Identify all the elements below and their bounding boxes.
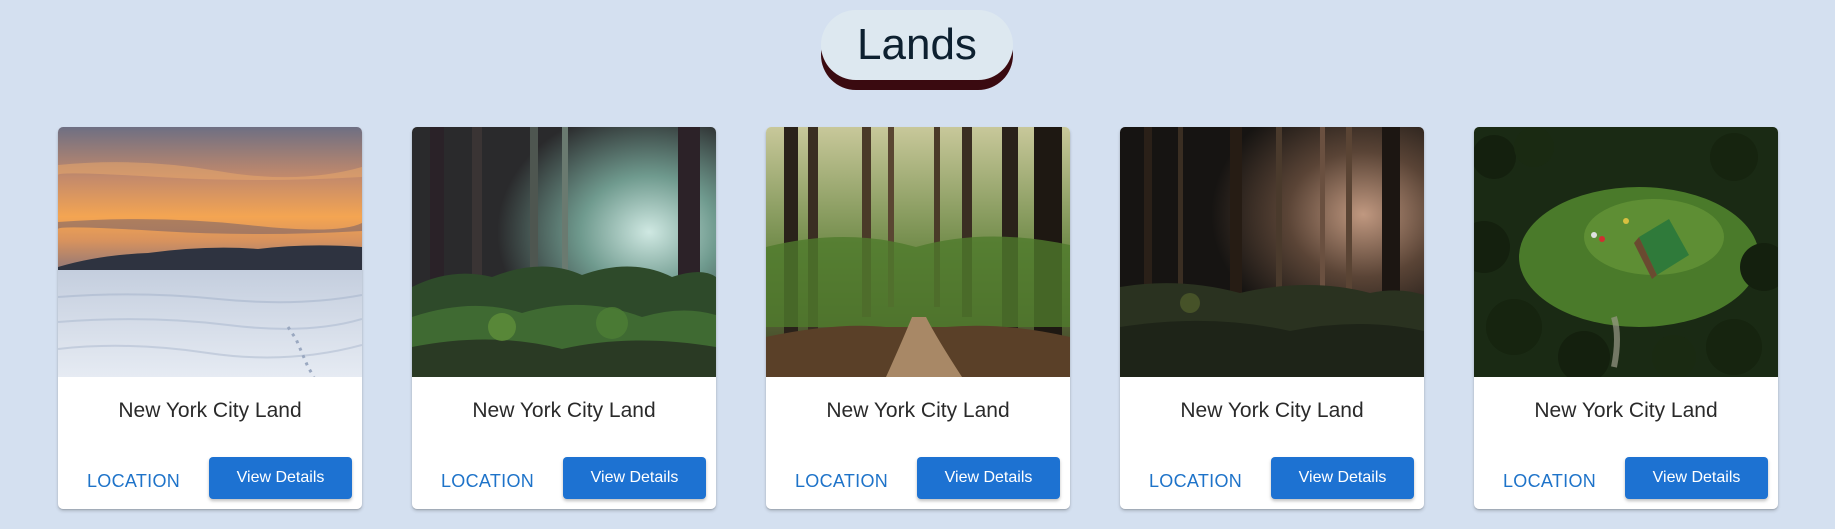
view-details-button[interactable]: View Details <box>917 457 1060 499</box>
view-details-button[interactable]: View Details <box>1625 457 1768 499</box>
location-link[interactable]: LOCATION <box>87 471 180 492</box>
land-card: New York City Land LOCATION View Details <box>766 127 1070 509</box>
land-name: New York City Land <box>1534 399 1718 422</box>
location-link[interactable]: LOCATION <box>1503 471 1596 492</box>
land-name: New York City Land <box>472 399 656 422</box>
land-card: New York City Land LOCATION View Details <box>1474 127 1778 509</box>
land-card: New York City Land LOCATION View Details <box>412 127 716 509</box>
land-card: New York City Land LOCATION View Details <box>1120 127 1424 509</box>
land-name: New York City Land <box>118 399 302 422</box>
location-link[interactable]: LOCATION <box>441 471 534 492</box>
page-title: Lands <box>821 10 1013 80</box>
land-image-aerial-cabin <box>1474 127 1778 377</box>
land-name: New York City Land <box>826 399 1010 422</box>
land-name: New York City Land <box>1180 399 1364 422</box>
location-link[interactable]: LOCATION <box>795 471 888 492</box>
page-title-badge: Lands <box>821 10 1013 90</box>
land-image-snowy-lake <box>58 127 362 377</box>
view-details-button[interactable]: View Details <box>563 457 706 499</box>
land-image-forest-path <box>766 127 1070 377</box>
land-image-dark-forest <box>1120 127 1424 377</box>
view-details-button[interactable]: View Details <box>1271 457 1414 499</box>
land-card: New York City Land LOCATION View Details <box>58 127 362 509</box>
land-card-list: New York City Land LOCATION View Details <box>58 127 1778 509</box>
view-details-button[interactable]: View Details <box>209 457 352 499</box>
location-link[interactable]: LOCATION <box>1149 471 1242 492</box>
land-image-misty-forest <box>412 127 716 377</box>
